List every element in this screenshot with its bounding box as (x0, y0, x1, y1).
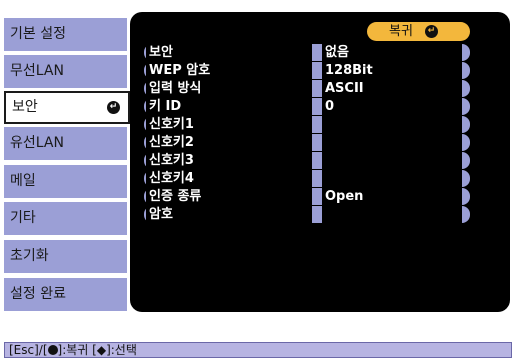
setting-label: 신호키3 (146, 152, 312, 169)
setting-row-security[interactable]: 보안 없음 (144, 44, 470, 61)
updown-key-hint: [◆] (92, 343, 111, 357)
sidebar-item-label: 보안 (12, 99, 38, 115)
sidebar-item-label: 유선LAN (10, 135, 64, 151)
setting-row-key-id[interactable]: 키 ID 0 (144, 98, 470, 115)
setting-value: 0 (322, 98, 462, 115)
setting-value (322, 152, 462, 169)
setting-value: ASCII (322, 80, 462, 97)
sidebar-item-wired-lan[interactable]: 유선LAN (4, 127, 127, 160)
setting-row-input-method[interactable]: 입력 방식 ASCII (144, 80, 470, 97)
select-hint: :선택 (110, 343, 137, 357)
setting-row-wep[interactable]: WEP 암호 128Bit (144, 62, 470, 79)
sidebar-item-label: 메일 (10, 173, 36, 189)
enter-icon: ↵ (425, 25, 438, 38)
setting-label: 키 ID (146, 98, 312, 115)
setting-label: 인증 종류 (146, 188, 312, 205)
help-bar: [Esc]/[ ]:복귀 [◆]:선택 (4, 342, 512, 358)
setting-value (322, 134, 462, 151)
setting-row-key3[interactable]: 신호키3 (144, 152, 470, 169)
esc-key-hint: [Esc] (9, 343, 39, 357)
setting-value: 없음 (322, 44, 462, 61)
back-button[interactable]: 복귀 ↵ (367, 22, 470, 41)
sidebar-item-label: 기본 설정 (10, 26, 66, 42)
sidebar-item-label: 무선LAN (10, 63, 64, 79)
back-button-label: 복귀 (389, 24, 413, 39)
setting-row-auth-type[interactable]: 인증 종류 Open (144, 188, 470, 205)
sidebar-item-wireless-lan[interactable]: 무선LAN (4, 55, 127, 88)
sidebar-item-security[interactable]: 보안 ↵ (4, 91, 130, 124)
setting-row-key2[interactable]: 신호키2 (144, 134, 470, 151)
setting-label: 신호키4 (146, 170, 312, 187)
sidebar-item-label: 설정 완료 (10, 286, 66, 302)
sidebar-item-reset[interactable]: 초기화 (4, 240, 127, 273)
setting-row-password[interactable]: 암호 (144, 206, 470, 223)
setting-label: 신호키1 (146, 116, 312, 133)
enter-icon (47, 345, 58, 355)
enter-key-hint: ]:복귀 (57, 343, 89, 357)
setting-value: 128Bit (322, 62, 462, 79)
sidebar-item-mail[interactable]: 메일 (4, 165, 127, 198)
setting-value: Open (322, 188, 462, 205)
setting-label: WEP 암호 (146, 62, 312, 79)
sidebar-item-basic-settings[interactable]: 기본 설정 (4, 18, 127, 51)
setting-label: 입력 방식 (146, 80, 312, 97)
enter-icon: ↵ (107, 101, 120, 114)
setting-row-key1[interactable]: 신호키1 (144, 116, 470, 133)
setting-value (322, 170, 462, 187)
enter-key-prefix: /[ (38, 343, 48, 357)
setting-label: 신호키2 (146, 134, 312, 151)
sidebar-item-complete[interactable]: 설정 완료 (4, 278, 127, 311)
sidebar-item-label: 기타 (10, 210, 36, 226)
setting-label: 암호 (146, 206, 312, 223)
setting-value (322, 116, 462, 133)
setting-row-key4[interactable]: 신호키4 (144, 170, 470, 187)
setting-label: 보안 (146, 44, 312, 61)
setting-value (322, 206, 462, 223)
sidebar-item-label: 초기화 (10, 248, 49, 264)
sidebar-item-other[interactable]: 기타 (4, 202, 127, 235)
